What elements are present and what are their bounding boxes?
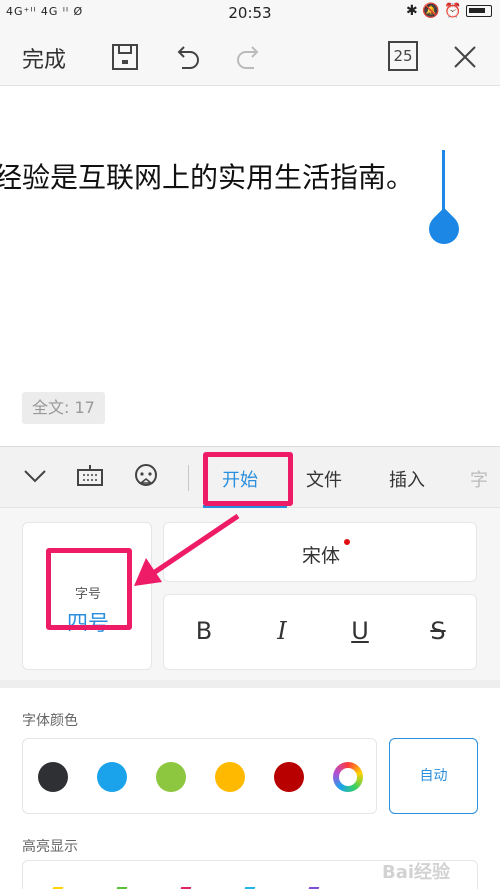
collapse-chevron-icon[interactable]: [20, 461, 50, 491]
status-bar: 4G⁺ᴵᴵ 4G ᴵᴵ Ø 20:53 ✱ 🔕 ⏰: [0, 0, 500, 28]
alarm-icon: ⏰: [444, 3, 462, 19]
close-icon[interactable]: [448, 40, 482, 74]
bold-button[interactable]: B: [184, 617, 224, 649]
italic-button[interactable]: I: [262, 617, 302, 649]
bluetooth-icon: ✱: [406, 3, 418, 19]
save-icon[interactable]: [108, 40, 142, 74]
document-text[interactable]: 经验是互联网上的实用生活指南。: [0, 156, 414, 196]
swatch-blue[interactable]: [97, 762, 127, 792]
strikethrough-button[interactable]: S: [418, 617, 458, 649]
swatch-black[interactable]: [38, 762, 68, 792]
ribbon-divider: [188, 465, 189, 491]
custom-color-wheel-icon[interactable]: [333, 762, 363, 792]
mute-icon: 🔕: [422, 3, 440, 19]
auto-color-button[interactable]: 自动: [389, 738, 478, 814]
font-color-title: 字体颜色: [22, 713, 78, 729]
annotation-highlight-size: [46, 548, 132, 630]
redo-icon[interactable]: [232, 40, 266, 74]
document-area[interactable]: 经验是互联网上的实用生活指南。 全文: 17: [0, 86, 500, 446]
color-swatch-card: [22, 738, 377, 814]
swatch-green[interactable]: [156, 762, 186, 792]
tab-file[interactable]: 文件: [306, 466, 342, 492]
word-count-badge: 全文: 17: [22, 392, 105, 424]
done-button[interactable]: 完成: [22, 42, 66, 74]
undo-icon[interactable]: [170, 40, 204, 74]
swatch-red[interactable]: [274, 762, 304, 792]
status-icons: ✱ 🔕 ⏰: [406, 3, 492, 19]
cursor-handle[interactable]: [422, 207, 466, 251]
tab-insert[interactable]: 插入: [389, 466, 425, 492]
underline-button[interactable]: U: [340, 617, 380, 649]
voice-assistant-icon[interactable]: [131, 461, 161, 491]
highlight-title: 高亮显示: [22, 839, 78, 855]
annotation-highlight-tab: [203, 452, 293, 506]
battery-icon: [466, 5, 492, 17]
swatch-yellow[interactable]: [215, 762, 245, 792]
editor-toolbar: 完成 25: [0, 28, 500, 86]
keyboard-icon[interactable]: [75, 461, 105, 491]
annotation-arrow: [134, 513, 240, 586]
tab-overflow[interactable]: 字: [470, 466, 488, 492]
watermark-logo: Bai经验: [382, 862, 451, 883]
text-style-card: B I U S: [163, 594, 477, 670]
page-count-badge[interactable]: 25: [388, 41, 418, 71]
notification-dot: [344, 539, 350, 545]
